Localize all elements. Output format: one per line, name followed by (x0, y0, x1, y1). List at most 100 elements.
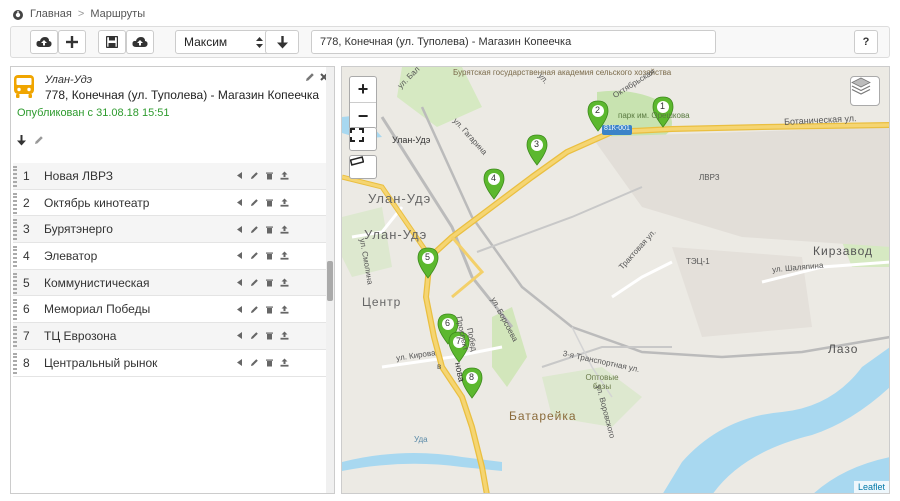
list-item[interactable]: 4 Элеватор (13, 243, 333, 270)
list-item[interactable]: 3 Бурятэнерго (13, 216, 333, 244)
leaflet-attribution[interactable]: Leaflet (853, 481, 889, 493)
stop-actions (235, 171, 289, 180)
trash-icon[interactable] (265, 251, 274, 260)
drag-handle[interactable] (13, 219, 17, 241)
marker-number: 5 (425, 252, 431, 262)
zoom-out-button[interactable]: − (350, 103, 376, 129)
play-back-icon[interactable] (235, 305, 244, 314)
trash-icon[interactable] (265, 331, 274, 340)
list-item[interactable]: 2 Октябрь кинотеатр (13, 190, 333, 217)
drag-handle[interactable] (13, 166, 17, 187)
upload-icon[interactable] (280, 278, 289, 287)
route-panel: Улан-Удэ 778, Конечная (ул. Туполева) - … (10, 66, 335, 494)
stop-actions (235, 278, 289, 287)
pencil-icon[interactable] (250, 358, 259, 367)
pencil-icon[interactable] (250, 278, 259, 287)
trash-icon[interactable] (265, 358, 274, 367)
upload-icon[interactable] (280, 198, 289, 207)
upload-icon[interactable] (280, 171, 289, 180)
drag-handle[interactable] (13, 272, 17, 294)
list-item[interactable]: 1 Новая ЛВРЗ (13, 163, 333, 190)
play-back-icon[interactable] (235, 171, 244, 180)
stops-list: 1 Новая ЛВРЗ 2 Октябрь кинотеатр 3 Бурятэне… (13, 163, 333, 377)
play-back-icon[interactable] (235, 331, 244, 340)
scroll-thumb[interactable] (327, 261, 333, 301)
drag-handle[interactable] (13, 326, 17, 348)
add-button[interactable] (58, 30, 86, 54)
stop-actions (235, 225, 289, 234)
map-label-city3: Улан-Удэ (392, 135, 431, 145)
upload-cloud-button[interactable] (30, 30, 58, 54)
drag-handle[interactable] (13, 299, 17, 321)
drag-handle[interactable] (13, 246, 17, 268)
help-button[interactable]: ? (854, 30, 878, 54)
play-back-icon[interactable] (235, 358, 244, 367)
stop-actions (235, 198, 289, 207)
play-back-icon[interactable] (235, 198, 244, 207)
route-field[interactable]: 778, Конечная (ул. Туполева) - Магазин К… (311, 30, 716, 54)
measure-button[interactable] (349, 155, 377, 179)
stop-number: 5 (23, 275, 30, 290)
arrow-down-icon[interactable] (17, 135, 26, 146)
trash-icon[interactable] (265, 225, 274, 234)
pencil-icon[interactable] (305, 72, 315, 82)
upload-icon[interactable] (280, 251, 289, 261)
upload-icon[interactable] (280, 305, 289, 314)
upload-icon[interactable] (280, 225, 289, 234)
list-item[interactable]: 5 Коммунистическая (13, 269, 333, 297)
list-item[interactable]: 8 Центральный рынок (13, 350, 333, 377)
download-button[interactable] (265, 30, 299, 54)
trash-icon[interactable] (265, 171, 274, 180)
stop-name: Новая ЛВРЗ (44, 168, 113, 183)
play-back-icon[interactable] (235, 225, 244, 234)
map-label-lazo: Лазо (828, 342, 859, 356)
cloud-upload-icon (132, 37, 148, 47)
publish-cloud-button[interactable] (126, 30, 154, 54)
save-button[interactable] (98, 30, 126, 54)
map[interactable]: Бурятская государственная академия сельс… (341, 66, 890, 494)
fullscreen-button[interactable] (349, 127, 377, 151)
zoom-in-button[interactable]: + (350, 77, 376, 103)
upload-icon[interactable] (280, 358, 289, 367)
drag-handle[interactable] (13, 192, 17, 214)
panel-scrollbar[interactable] (326, 67, 334, 493)
pencil-icon[interactable] (250, 251, 259, 260)
trash-icon[interactable] (265, 198, 274, 207)
layers-button[interactable] (850, 76, 880, 106)
user-select-value: Максим (184, 35, 228, 49)
map-label-park: парк им. Орешкова (618, 111, 690, 120)
map-label-batareyka: Батарейка (509, 409, 577, 423)
user-select[interactable]: Максим (175, 30, 272, 54)
trash-icon[interactable] (265, 278, 274, 287)
map-label-kirzavod: Кирзавод (813, 244, 874, 258)
ruler-icon (350, 156, 364, 166)
stop-name: Центральный рынок (44, 355, 158, 370)
breadcrumb-separator: > (77, 8, 85, 20)
pencil-icon[interactable] (250, 331, 259, 340)
pencil-icon[interactable] (250, 198, 259, 207)
breadcrumb-home[interactable]: Главная (30, 8, 72, 20)
list-item[interactable]: 6 Мемориал Победы (13, 296, 333, 324)
pencil-icon[interactable] (250, 225, 259, 234)
stop-number: 1 (23, 168, 30, 183)
pencil-icon[interactable] (250, 171, 259, 180)
marker-number: 1 (660, 101, 666, 111)
play-back-icon[interactable] (235, 278, 244, 287)
stop-actions (235, 305, 289, 314)
toolbar: Максим 778, Конечная (ул. Туполева) - Ма… (10, 26, 890, 58)
stop-actions (235, 358, 289, 367)
stop-number: 3 (23, 222, 30, 237)
trash-icon[interactable] (265, 305, 274, 314)
list-item[interactable]: 7 ТЦ Еврозона (13, 323, 333, 350)
stop-number: 6 (23, 302, 30, 317)
stop-number: 8 (23, 355, 30, 370)
marker-number: 8 (469, 372, 475, 382)
play-back-icon[interactable] (235, 251, 244, 260)
pencil-icon[interactable] (34, 135, 44, 145)
map-label-city2: Улан-Удэ (364, 227, 428, 242)
pencil-icon[interactable] (250, 305, 259, 314)
published-status: Опубликован с 31.08.18 15:51 (17, 107, 170, 119)
drag-handle[interactable] (13, 352, 17, 374)
upload-icon[interactable] (280, 331, 289, 341)
layers-icon (851, 77, 871, 95)
